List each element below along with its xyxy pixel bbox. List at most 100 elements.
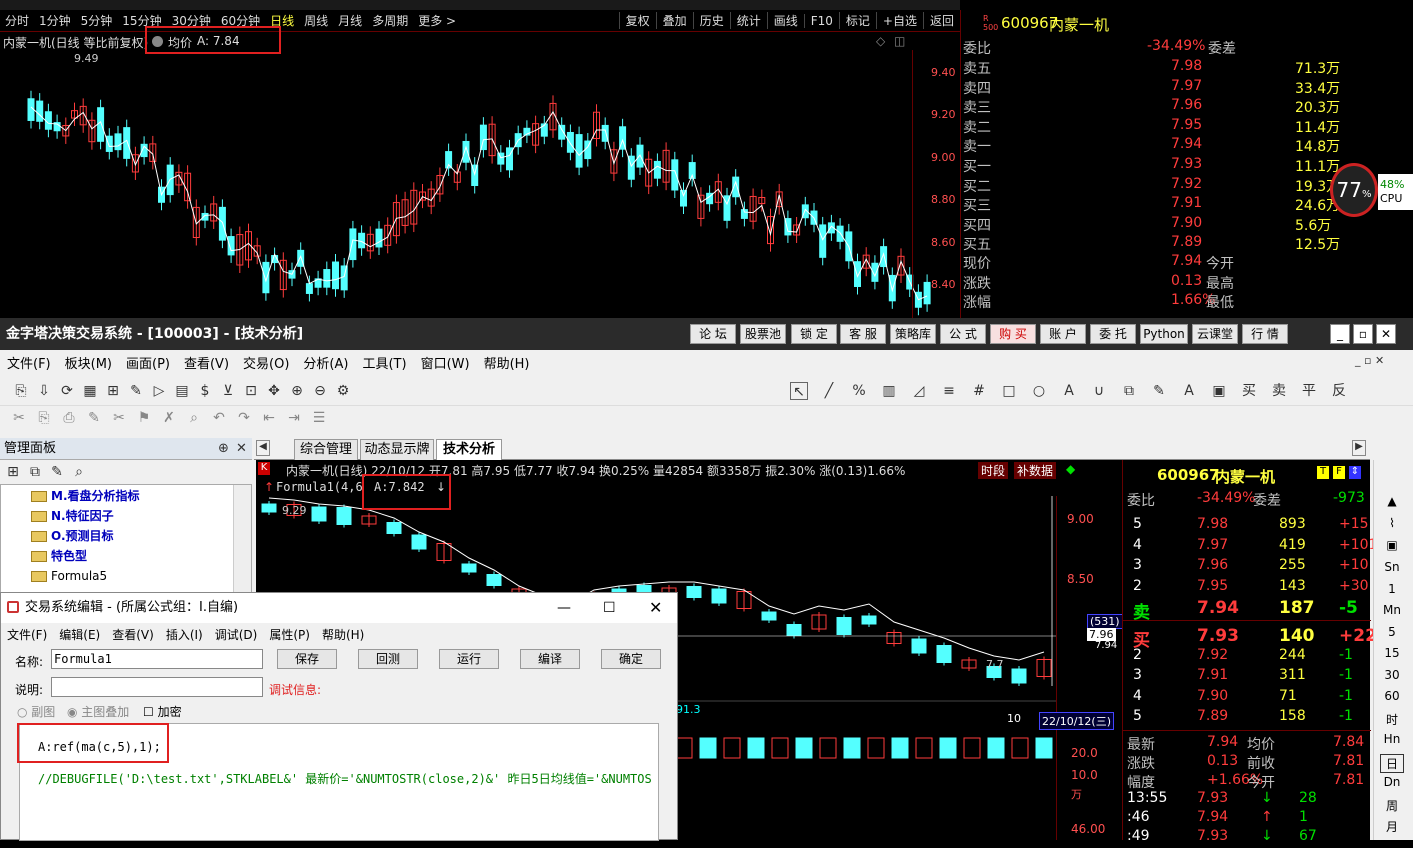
toolbar-icon[interactable]: ⊕: [288, 382, 306, 400]
dialog-menu-item-0[interactable]: 文件(F): [1, 626, 53, 643]
edit-tool-icon[interactable]: ⚑: [135, 409, 153, 427]
tree-item[interactable]: M.看盘分析指标: [31, 486, 140, 506]
mdi-controls[interactable]: _ ▫ ✕: [1355, 354, 1384, 367]
tab-1min[interactable]: 1分钟: [34, 12, 76, 29]
tree-item[interactable]: O.预测目标: [31, 526, 114, 546]
draw-tool-icon[interactable]: ╱: [820, 382, 838, 400]
fuquan-button[interactable]: 复权: [618, 12, 656, 29]
edit-tool-icon[interactable]: ✗: [160, 409, 178, 427]
menu-item-5[interactable]: 分析(A): [296, 353, 355, 372]
maximize-button[interactable]: ☐: [603, 593, 616, 623]
draw-tool-icon[interactable]: 反: [1330, 382, 1348, 400]
menu-item-3[interactable]: 查看(V): [177, 353, 236, 372]
toolbar-icon[interactable]: ▦: [81, 382, 99, 400]
dialog-menu-item-1[interactable]: 编辑(E): [53, 626, 106, 643]
period-tool-8[interactable]: Hn: [1380, 732, 1404, 746]
tab-next-icon[interactable]: ▶: [1352, 440, 1366, 456]
tab-overview[interactable]: 综合管理: [294, 439, 358, 460]
edit-tool-icon[interactable]: ✎: [85, 409, 103, 427]
draw-tool-icon[interactable]: 买: [1240, 382, 1258, 400]
edit-tool-icon[interactable]: ⇥: [285, 409, 303, 427]
edit-tool-icon[interactable]: ☰: [310, 409, 328, 427]
dialog-menu-item-6[interactable]: 帮助(H): [316, 626, 370, 643]
dialog-menu-item-2[interactable]: 查看(V): [106, 626, 160, 643]
period-tool-0[interactable]: Sn: [1380, 560, 1404, 574]
draw-tool-icon[interactable]: ⧉: [1120, 382, 1138, 400]
toolbar-icon[interactable]: ⊖: [311, 382, 329, 400]
title-button-5[interactable]: 公 式: [940, 324, 986, 344]
backtest-button[interactable]: 回测: [358, 649, 418, 669]
period-tool-9[interactable]: 日: [1380, 753, 1404, 773]
chart-tool-icon[interactable]: ▣: [1380, 538, 1404, 552]
f-badge[interactable]: F: [1333, 466, 1345, 479]
new-icon[interactable]: ⊞: [4, 463, 22, 481]
draw-tool-icon[interactable]: ≡: [940, 382, 958, 400]
tab-prev-icon[interactable]: ◀: [256, 440, 270, 456]
panel-close-icon[interactable]: ✕: [236, 438, 247, 460]
draw-tool-icon[interactable]: ∪: [1090, 382, 1108, 400]
title-button-0[interactable]: 论 坛: [690, 324, 736, 344]
search-icon[interactable]: ⌕: [70, 463, 88, 481]
tab-multi[interactable]: 多周期: [367, 12, 413, 29]
title-button-4[interactable]: 策略库: [890, 324, 936, 344]
edit-icon[interactable]: ✎: [48, 463, 66, 481]
toolbar-icon[interactable]: ▷: [150, 382, 168, 400]
toolbar-icon[interactable]: ✎: [127, 382, 145, 400]
desc-input[interactable]: [51, 677, 263, 697]
period-button[interactable]: 时段: [978, 462, 1009, 479]
period-tool-12[interactable]: 月: [1380, 818, 1404, 835]
panel-toggle-icon[interactable]: ◫: [894, 34, 905, 48]
draw-tool-icon[interactable]: ◿: [910, 382, 928, 400]
period-tool-2[interactable]: Mn: [1380, 603, 1404, 617]
cpu-gauge[interactable]: 77%: [1330, 163, 1378, 217]
title-button-6[interactable]: 购 买: [990, 324, 1036, 344]
title-button-10[interactable]: 云课堂: [1192, 324, 1238, 344]
maximize-button[interactable]: ▫: [1353, 324, 1373, 344]
mark-button[interactable]: 标记: [838, 12, 876, 29]
draw-tool-icon[interactable]: ▣: [1210, 382, 1228, 400]
confirm-button[interactable]: 确定: [601, 649, 661, 669]
draw-tool-icon[interactable]: ✎: [1150, 382, 1168, 400]
period-tool-7[interactable]: 时: [1380, 711, 1404, 728]
fill-data-button[interactable]: 补数据: [1014, 462, 1057, 479]
diamond-icon[interactable]: ◇: [876, 34, 885, 48]
tab-dynamic-board[interactable]: 动态显示牌: [360, 439, 434, 460]
draw-tool-icon[interactable]: 平: [1300, 382, 1318, 400]
minimize-button[interactable]: —: [557, 593, 571, 623]
tab-more[interactable]: 更多 >: [413, 12, 461, 29]
edit-tool-icon[interactable]: ⎙: [60, 409, 78, 427]
period-tool-1[interactable]: 1: [1380, 582, 1404, 596]
toolbar-icon[interactable]: $: [196, 382, 214, 400]
dialog-menu-item-5[interactable]: 属性(P): [263, 626, 316, 643]
add-watch-button[interactable]: +自选: [875, 12, 923, 29]
draw-button[interactable]: 画线: [766, 12, 804, 29]
menu-item-0[interactable]: 文件(F): [0, 353, 58, 372]
edit-tool-icon[interactable]: ✂: [110, 409, 128, 427]
edit-tool-icon[interactable]: ↶: [210, 409, 228, 427]
draw-tool-icon[interactable]: □: [1000, 382, 1018, 400]
period-tool-3[interactable]: 5: [1380, 625, 1404, 639]
toolbar-icon[interactable]: ⊡: [242, 382, 260, 400]
edit-tool-icon[interactable]: ⌕: [185, 409, 203, 427]
stats-button[interactable]: 统计: [729, 12, 767, 29]
title-button-2[interactable]: 锁 定: [791, 324, 837, 344]
tab-technical[interactable]: 技术分析: [436, 439, 502, 460]
toolbar-icon[interactable]: ⚙: [334, 382, 352, 400]
draw-tool-icon[interactable]: ↖: [790, 382, 808, 400]
edit-tool-icon[interactable]: ✂: [10, 409, 28, 427]
title-button-1[interactable]: 股票池: [740, 324, 786, 344]
menu-item-6[interactable]: 工具(T): [355, 353, 413, 372]
dialog-menu-item-3[interactable]: 插入(I): [160, 626, 209, 643]
draw-tool-icon[interactable]: ○: [1030, 382, 1048, 400]
close-button[interactable]: ✕: [649, 593, 662, 623]
toolbar-icon[interactable]: ⊞: [104, 382, 122, 400]
draw-tool-icon[interactable]: %: [850, 382, 868, 400]
history-button[interactable]: 历史: [692, 12, 730, 29]
period-tool-11[interactable]: 周: [1380, 797, 1404, 814]
updown-icon[interactable]: ⇕: [1349, 466, 1361, 479]
title-button-11[interactable]: 行 情: [1242, 324, 1288, 344]
edit-tool-icon[interactable]: ⇤: [260, 409, 278, 427]
menu-item-4[interactable]: 交易(O): [236, 353, 296, 372]
tree-item[interactable]: Formula5: [31, 566, 107, 586]
draw-tool-icon[interactable]: A: [1060, 382, 1078, 400]
